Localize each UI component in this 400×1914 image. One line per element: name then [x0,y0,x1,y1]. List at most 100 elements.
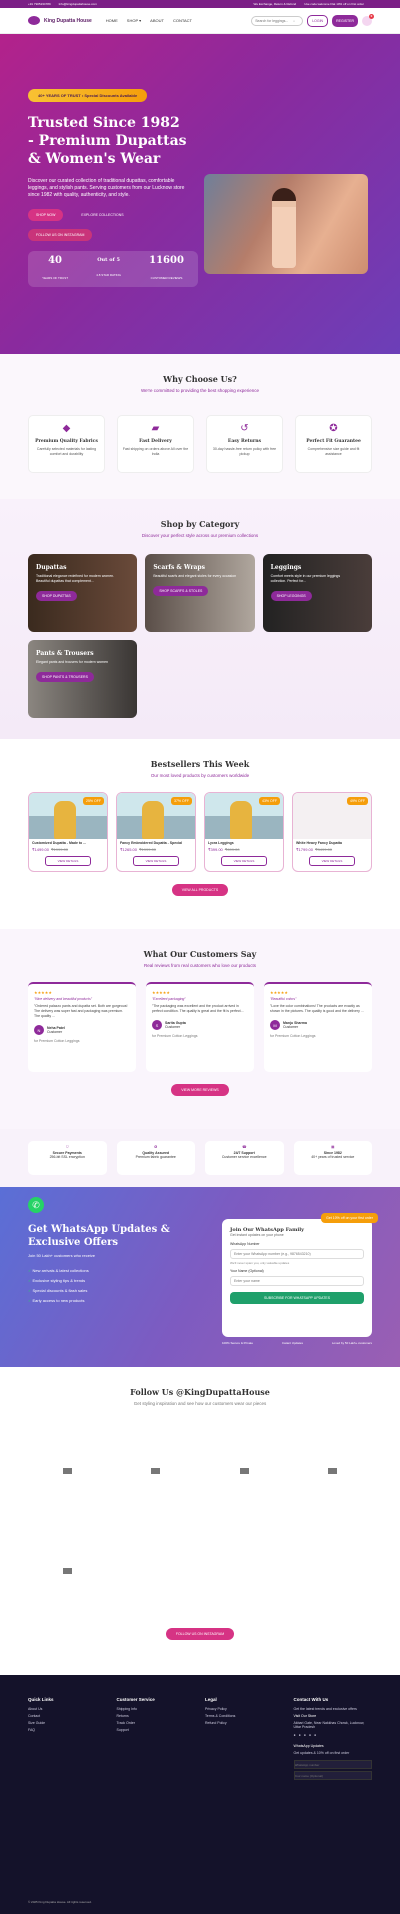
category-card-scarfs[interactable]: Scarfs & Wraps Beautiful scarfs and elega… [145,554,255,632]
footer-name-input[interactable] [293,1771,372,1780]
instagram-icon[interactable]: ● [299,1733,301,1737]
product-image: 25% OFF [29,793,107,839]
trust-item: ✪ Quality Assured Premium fabric guarantee [116,1141,195,1175]
offer-text: Use code:welcome Flat 10% off on first o… [304,2,364,6]
youtube-icon[interactable]: ● [314,1733,316,1737]
stat-years: 40 YEARS OF TRUST [42,254,69,280]
category-card-dupattas[interactable]: Dupattas Traditional elegance redefined f… [28,554,138,632]
footer-legal: Legal Privacy Policy Terms & Conditions Ref… [205,1697,236,1725]
testimonials-subtitle: Real reviews from real customers who lov… [143,963,257,968]
search-input[interactable] [255,18,294,23]
hero-title: Trusted Since 1982 - Premium Dupattas & … [28,115,187,167]
whatsapp-title: Get WhatsApp Updates & Exclusive Offers [28,1224,170,1248]
search-icon[interactable]: ⌕ [293,19,295,23]
main-nav: King Dupatta House HOME SHOP ▾ ABOUT CON… [0,8,400,34]
brand-name: King Dupatta House [44,17,92,24]
shop-dupattas-button[interactable]: SHOP DUPATTAS [36,591,77,601]
secure-note: 100% Secure & Private [222,1341,254,1345]
login-button[interactable]: LOGIN [307,14,329,27]
category-subtitle: Discover your perfect style across our p… [141,533,259,538]
why-subtitle: We're committed to providing the best sh… [140,388,260,393]
testimonials-section: What Our Customers Say Real reviews from… [0,929,400,1129]
footer-whatsapp-input[interactable] [293,1760,372,1769]
view-details-button[interactable]: VIEW DETAILS [44,856,92,866]
testimonial-card: ★★★★★ "Nice delivery and beautiful produc… [28,982,136,1072]
feature-card: ✪ Perfect Fit Guarantee Comprehensive size… [295,415,372,473]
explore-collections-button[interactable]: EXPLORE COLLECTIONS [73,209,131,221]
instagram-tile[interactable] [28,1426,107,1516]
avatar: N [34,1025,44,1035]
instagram-subtitle: Get styling inspiration and see how our … [133,1401,267,1406]
view-details-button[interactable]: VIEW DETAILS [132,856,180,866]
product-card[interactable]: 49% OFF White Heavy Fancy Dupatta ₹1799.00… [292,792,372,872]
testimonial-card: ★★★★★ "Excellent packaging" "The packaging… [146,982,254,1072]
diamond-icon: ◆ [62,423,71,434]
view-details-button[interactable]: VIEW DETAILS [308,856,356,866]
view-all-products-button[interactable]: VIEW ALL PRODUCTS [171,884,229,896]
hero-instagram-button[interactable]: FOLLOW US ON INSTAGRAM [28,229,93,241]
instagram-tile[interactable] [28,1526,107,1616]
subscribe-whatsapp-button[interactable]: SUBSCRIBE FOR WHATSAPP UPDATES [230,1292,364,1304]
shop-now-button[interactable]: SHOP NOW [28,209,64,221]
nav-shop[interactable]: SHOP ▾ [127,18,141,23]
pinterest-icon[interactable]: ● [309,1733,311,1737]
image-icon [239,1468,249,1474]
view-details-button[interactable]: VIEW DETAILS [220,856,268,866]
nav-about[interactable]: ABOUT [150,18,164,23]
shop-pants-button[interactable]: SHOP PANTS & TROUSERS [36,672,94,682]
bestsellers-subtitle: Our most loved products by customers wor… [150,773,250,778]
award-icon: ✪ [329,423,338,434]
hero-badge: 40+ YEARS OF TRUST • Special Discounts A… [28,89,148,102]
category-card-pants[interactable]: Pants & Trousers Elegant pants and trouse… [28,640,138,718]
product-card[interactable]: 25% OFF Customized Dupatta - Made to ... ₹… [28,792,108,872]
brand-logo[interactable]: King Dupatta House [28,16,92,25]
bestsellers-title: Bestsellers This Week [150,759,250,769]
nav-home[interactable]: HOME [106,18,118,23]
name-label: Your Name (Optional) [230,1269,264,1273]
twitter-icon[interactable]: ● [304,1733,306,1737]
facebook-icon[interactable]: ● [294,1733,296,1737]
instagram-section: Follow Us @KingDupattaHouse Get styling … [0,1367,400,1657]
feature-card: ▰ Fast Delivery Fast shipping on orders ab… [117,415,194,473]
product-card[interactable]: 43% OFF Lycra Leggings ₹399.00 ₹699.00 VIEW … [204,792,284,872]
nav-contact[interactable]: CONTACT [173,18,192,23]
why-choose-section: Why Choose Us? We're committed to provid… [0,354,400,499]
shield-icon: ⛉ [65,1145,69,1149]
why-title: Why Choose Us? [163,374,237,384]
feature-card: ◆ Premium Quality Fabrics Carefully select… [28,415,105,473]
instagram-tile[interactable] [117,1426,196,1516]
category-card-leggings[interactable]: Leggings Comfort meets style in our premi… [262,554,372,632]
register-button[interactable]: REGISTER [332,14,358,27]
email-text[interactable]: Info@kingdupattahouse.com [59,2,97,6]
whatsapp-section: ✆ Get WhatsApp Updates & Exclusive Offer… [0,1187,400,1367]
whatsapp-icon: ✆ [28,1197,44,1213]
top-bar: +91 7905234789 Info@kingdupattahouse.com … [0,0,400,8]
cart-icon[interactable]: 0 [362,13,374,26]
view-more-reviews-button[interactable]: VIEW MORE REVIEWS [171,1084,229,1096]
shop-scarfs-button[interactable]: SHOP SCARFS & STOLES [153,586,209,596]
avatar: M [270,1020,280,1030]
star-rating-icon: ★★★★★ [34,990,52,995]
category-section: Shop by Category Discover your perfect s… [0,499,400,739]
social-icons: ● ● ● ● ● [294,1733,373,1740]
name-input[interactable] [230,1276,364,1286]
medal-icon: ✪ [154,1145,158,1149]
follow-instagram-button[interactable]: FOLLOW US ON INSTAGRAM [165,1628,235,1640]
instagram-tile[interactable] [294,1426,373,1516]
instant-note: Instant Updates [281,1341,303,1345]
return-icon: ↺ [240,423,249,434]
loved-note: Loved by 50 Lakh+ customers [331,1341,372,1345]
search-box: ⌕ [251,15,304,26]
phone-text[interactable]: +91 7905234789 [28,2,51,6]
shop-leggings-button[interactable]: SHOP LEGGINGS [270,591,312,601]
truck-icon: ▰ [151,423,160,434]
footer-contact: Contact With Us Get the latest trends and… [293,1697,373,1780]
bestsellers-section: Bestsellers This Week Our most loved pro… [0,739,400,929]
avatar: S [152,1020,162,1030]
instagram-tile[interactable] [205,1426,284,1516]
copyright: © 2025 King Dupatta House. All rights re… [28,1900,92,1904]
whatsapp-number-input[interactable] [230,1249,364,1259]
instagram-title: Follow Us @KingDupattaHouse [130,1387,270,1397]
footer-customer-service: Customer Service Shipping Info Returns Trac… [116,1697,155,1732]
product-card[interactable]: 37% OFF Fancy Embroidered Dupatta - Speci… [116,792,196,872]
